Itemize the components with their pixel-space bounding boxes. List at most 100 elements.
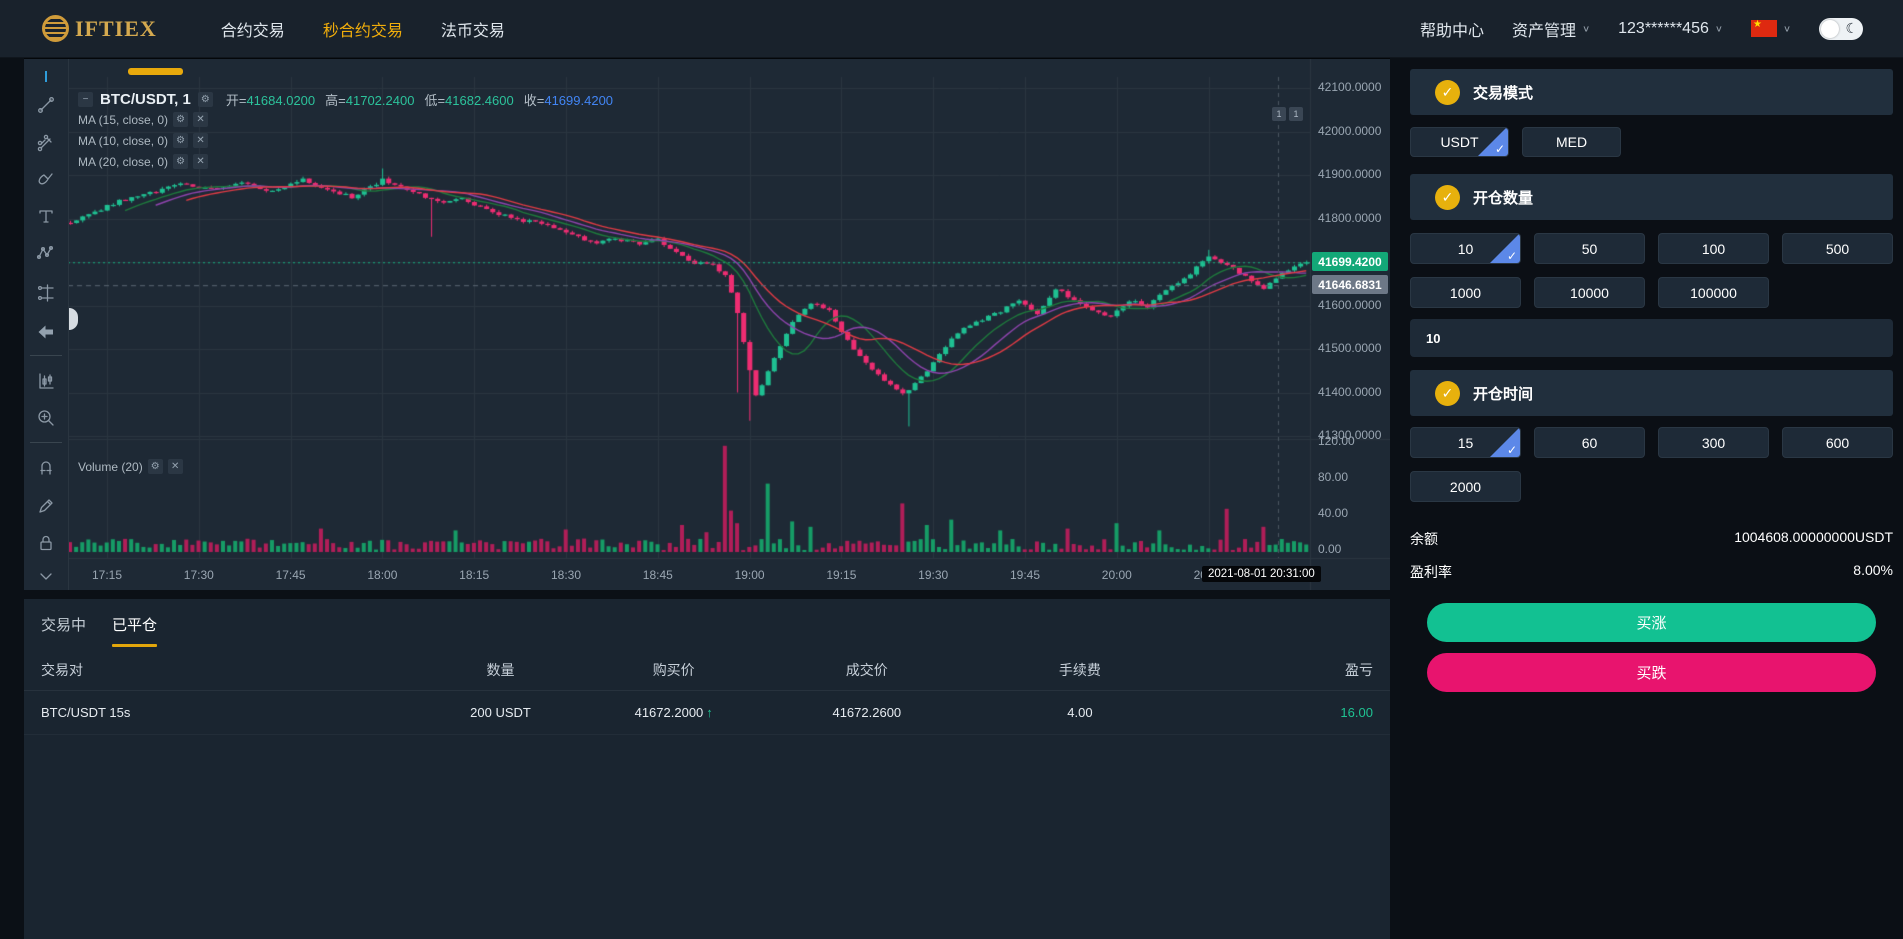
indicator-close-icon[interactable]: ✕	[193, 133, 209, 148]
option-500[interactable]: 500	[1782, 233, 1893, 264]
option-300[interactable]: 300	[1658, 427, 1769, 458]
time-axis-label: 17:30	[183, 568, 214, 582]
pair-cell: BTC/USDT 15s	[41, 705, 131, 720]
tab-closed[interactable]: 已平仓	[112, 614, 157, 647]
current-price-badge: 41699.4200	[1312, 252, 1388, 272]
asset-management-link[interactable]: 资产管理 ∨	[1512, 17, 1590, 41]
chevron-down-icon: ∨	[1714, 24, 1723, 34]
candle-pattern-tool-icon[interactable]	[36, 371, 56, 391]
xabcd-pattern-tool-icon[interactable]	[36, 243, 56, 263]
account-label: 123******456	[1618, 19, 1709, 37]
time-axis-label: 18:15	[459, 568, 490, 582]
buy-up-button[interactable]: 买涨	[1427, 603, 1876, 642]
forecast-tool-icon[interactable]	[36, 283, 56, 303]
zoom-in-tool-icon[interactable]	[36, 408, 56, 428]
toolbar-divider	[30, 355, 62, 356]
trend-line-tool-icon[interactable]	[36, 95, 56, 115]
amount-input[interactable]	[1410, 319, 1893, 357]
menu-contract-trade[interactable]: 合约交易	[221, 17, 285, 41]
menu-second-contract-trade[interactable]: 秒合约交易	[323, 17, 403, 41]
theme-toggle[interactable]: ☾	[1819, 17, 1863, 40]
open-time-options: 15 60 300 600 2000	[1410, 427, 1893, 502]
navbar-right: 帮助中心 资产管理 ∨ 123******456 ∨ ★ ∨ ☾	[1420, 17, 1863, 41]
scale-button[interactable]: 1	[1289, 107, 1303, 121]
chevron-down-icon: ∨	[1782, 24, 1791, 34]
price-axis-label: 41800.0000	[1318, 210, 1382, 225]
column-header: 交易对	[41, 661, 83, 678]
option-10000[interactable]: 10000	[1534, 277, 1645, 308]
time-badge: 2021-08-01 20:31:00	[1202, 566, 1321, 582]
secondary-price-badge: 41646.6831	[1312, 275, 1388, 295]
option-1000[interactable]: 1000	[1410, 277, 1521, 308]
indicator-row: MA (15, close, 0) ⚙ ✕	[78, 109, 613, 130]
brand-logo-icon	[42, 15, 69, 42]
volume-legend: Volume (20) ⚙ ✕	[78, 459, 183, 474]
indicator-close-icon[interactable]: ✕	[193, 112, 209, 127]
brush-tool-icon[interactable]	[36, 169, 56, 189]
option-100000[interactable]: 100000	[1658, 277, 1769, 308]
indicator-close-icon[interactable]: ✕	[193, 154, 209, 169]
pitchfork-tool-icon[interactable]	[36, 133, 56, 153]
edit-pencil-tool-icon[interactable]	[36, 496, 56, 516]
volume-axis-label: 0.00	[1318, 542, 1342, 556]
volume-axis-label: 120.00	[1318, 434, 1355, 448]
table-row[interactable]: BTC/USDT 15s 200 USDT 41672.2000 ↑ 41672.260…	[24, 691, 1390, 735]
check-circle-icon: ✓	[1435, 79, 1460, 105]
menu-fiat-trade[interactable]: 法币交易	[441, 17, 505, 41]
option-600[interactable]: 600	[1782, 427, 1893, 458]
account-menu[interactable]: 123******456 ∨	[1618, 20, 1723, 38]
back-arrow-tool-icon[interactable]	[36, 322, 56, 342]
china-flag-icon: ★	[1750, 19, 1777, 37]
brand[interactable]: IFTIEX	[42, 15, 157, 42]
legend-collapse-icon[interactable]: −	[78, 91, 93, 107]
indicator-settings-gear-icon[interactable]: ⚙	[173, 154, 189, 169]
option-60[interactable]: 60	[1534, 427, 1645, 458]
section-open-time: ✓ 开仓时间	[1410, 370, 1893, 416]
indicator-settings-gear-icon[interactable]: ⚙	[173, 112, 189, 127]
balance-value: 1004608.00000000USDT	[1734, 529, 1893, 545]
option-USDT[interactable]: USDT	[1410, 127, 1509, 157]
indicator-row: MA (10, close, 0) ⚙ ✕	[78, 130, 613, 151]
profit-rate-row: 盈利率 8.00%	[1410, 562, 1893, 582]
option-50[interactable]: 50	[1534, 233, 1645, 264]
option-15[interactable]: 15	[1410, 427, 1521, 458]
amount-cell: 200 USDT	[470, 705, 531, 720]
drawing-toolbar	[24, 59, 69, 590]
toolbar-scroll-indicator	[128, 68, 183, 75]
toolbar-chevron-down-icon[interactable]	[36, 566, 56, 586]
buy-price-cell: 41672.2000 ↑	[634, 705, 713, 720]
volume-close-icon[interactable]: ✕	[167, 459, 183, 474]
magnet-tool-icon[interactable]	[36, 457, 56, 477]
toggle-knob	[1821, 19, 1839, 38]
indicator-settings-gear-icon[interactable]: ⚙	[173, 133, 189, 148]
symbol-settings-gear-icon[interactable]: ⚙	[197, 91, 213, 107]
time-axis-label: 19:00	[734, 568, 765, 582]
option-2000[interactable]: 2000	[1410, 471, 1521, 502]
text-tool-icon[interactable]	[36, 206, 56, 226]
buy-down-button[interactable]: 买跌	[1427, 653, 1876, 692]
positions-table-body: BTC/USDT 15s 200 USDT 41672.2000 ↑ 41672.260…	[24, 691, 1390, 735]
open-amount-options: 10 50 100 500 1000 10000 100000	[1410, 233, 1893, 308]
option-10[interactable]: 10	[1410, 233, 1521, 264]
tab-trading[interactable]: 交易中	[41, 614, 86, 647]
positions-table-header: 交易对 数量 购买价 成交价 手续费 盈亏	[24, 649, 1390, 691]
time-axis[interactable]: 2021-08-01 20:31:00 17:15 17:30 17:45 18:00…	[24, 558, 1390, 590]
volume-axis-label: 40.00	[1318, 506, 1349, 520]
price-up-arrow-icon: ↑	[706, 705, 713, 720]
price-axis[interactable]: 41699.4200 41646.6831 42100.0000 42000.00…	[1311, 59, 1390, 590]
volume-settings-gear-icon[interactable]: ⚙	[147, 459, 163, 474]
lock-tool-icon[interactable]	[36, 533, 56, 553]
main-menu: 合约交易 秒合约交易 法币交易	[221, 17, 505, 41]
language-selector[interactable]: ★ ∨	[1750, 19, 1791, 37]
option-MED[interactable]: MED	[1522, 127, 1621, 157]
scale-button[interactable]: 1	[1272, 107, 1286, 121]
volume-axis-label: 80.00	[1318, 470, 1349, 484]
section-open-amount: ✓ 开仓数量	[1410, 174, 1893, 220]
symbol-title: BTC/USDT, 1	[100, 90, 191, 108]
indicator-row: MA (20, close, 0) ⚙ ✕	[78, 151, 613, 172]
option-100[interactable]: 100	[1658, 233, 1769, 264]
ohlc-values: 开=41684.0200 高=41702.2400 低=41682.4600 收…	[225, 92, 614, 108]
deal-price-cell: 41672.2600	[832, 705, 902, 720]
chart-widget: − BTC/USDT, 1 ⚙ 开=41684.0200 高=41702.240…	[24, 58, 1390, 590]
help-center-link[interactable]: 帮助中心	[1420, 17, 1484, 41]
